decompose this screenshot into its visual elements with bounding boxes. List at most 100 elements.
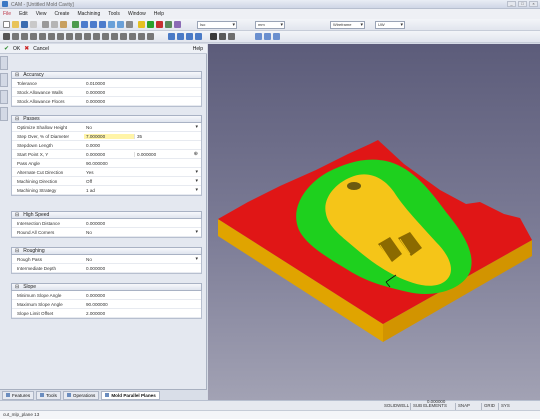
status-snap[interactable]: SNAP (455, 403, 470, 410)
print-icon[interactable] (30, 21, 37, 28)
top-view-icon[interactable] (168, 33, 175, 40)
minimize-button[interactable]: _ (507, 1, 516, 7)
undo-icon[interactable] (72, 21, 79, 28)
chevron-down-icon[interactable]: ▾ (195, 169, 198, 175)
min-slope-field[interactable]: 0.000000 (84, 293, 201, 298)
shaded-icon[interactable] (228, 33, 235, 40)
status-elements[interactable]: SUB ELEMENTS (410, 403, 447, 410)
spline-icon[interactable] (48, 33, 55, 40)
light-icon[interactable] (138, 21, 145, 28)
close-button[interactable]: × (529, 1, 538, 7)
tab-tools[interactable]: Tools (36, 390, 61, 400)
menu-machining[interactable]: Machining (77, 11, 100, 17)
chevron-down-icon[interactable]: ▾ (195, 229, 198, 235)
round-corners-select[interactable]: No (84, 230, 201, 235)
open-folder-icon[interactable] (12, 21, 19, 28)
save-icon[interactable] (21, 21, 28, 28)
tolerance-field[interactable]: 0.010000 (84, 81, 201, 86)
status-solid[interactable]: SOLIDWELL (384, 403, 409, 410)
menu-file[interactable]: File (3, 11, 11, 17)
slope-limit-field[interactable]: 2.000000 (84, 311, 201, 316)
point-icon[interactable] (57, 33, 64, 40)
fit-icon[interactable] (126, 21, 133, 28)
status-grid[interactable]: GRID (481, 403, 495, 410)
help-button[interactable]: Help (193, 46, 203, 52)
cut-icon[interactable] (42, 21, 49, 28)
stock-floors-field[interactable]: 0.000000 (84, 99, 201, 104)
slope-group-header[interactable]: ⊟ Slope (11, 283, 202, 291)
mirror-icon[interactable] (93, 33, 100, 40)
simulate-icon[interactable] (174, 21, 181, 28)
side-tab-2[interactable] (0, 73, 8, 87)
side-tab-1[interactable] (0, 56, 8, 70)
pick-point-icon[interactable]: ⊕ (194, 151, 198, 157)
stock-display-icon[interactable] (264, 33, 271, 40)
toolpath-icon[interactable] (165, 21, 172, 28)
ok-button[interactable]: OK (13, 46, 20, 52)
menu-view[interactable]: View (36, 11, 47, 17)
circle-icon[interactable] (30, 33, 37, 40)
zoom-window-icon[interactable] (99, 21, 106, 28)
new-file-icon[interactable] (3, 21, 10, 28)
select-icon[interactable] (3, 33, 10, 40)
cancel-button[interactable]: Cancel (33, 46, 49, 52)
command-line[interactable]: cut_mlp_plane 13 (0, 410, 540, 419)
menu-edit[interactable]: Edit (19, 11, 28, 17)
chevron-down-icon[interactable]: ▾ (195, 178, 198, 184)
intermediate-depth-field[interactable]: 0.000000 (84, 266, 201, 271)
offset-icon[interactable] (84, 33, 91, 40)
side-view-icon[interactable] (186, 33, 193, 40)
tab-mold-parallel-planes[interactable]: Mold Parallel Planes (101, 390, 160, 400)
intersection-distance-field[interactable]: 0.000000 (84, 221, 201, 226)
side-tab-3[interactable] (0, 90, 8, 104)
extend-icon[interactable] (75, 33, 82, 40)
paste-icon[interactable] (60, 21, 67, 28)
iso-view-icon[interactable] (195, 33, 202, 40)
alternate-cut-select[interactable]: Yes (84, 170, 201, 175)
menu-tools[interactable]: Tools (108, 11, 120, 17)
view-combo[interactable]: Iso (197, 21, 237, 29)
toolpath-display-icon[interactable] (255, 33, 262, 40)
grid-icon[interactable] (138, 33, 145, 40)
zoom-icon[interactable] (90, 21, 97, 28)
menu-help[interactable]: Help (154, 11, 164, 17)
step-over-field[interactable]: 7.000000 (84, 133, 134, 139)
menu-create[interactable]: Create (54, 11, 69, 17)
layers-icon[interactable] (129, 33, 136, 40)
max-slope-field[interactable]: 90.000000 (84, 302, 201, 307)
stepdown-field[interactable]: 0.0000 (84, 143, 201, 148)
rectangle-icon[interactable] (39, 33, 46, 40)
measure-icon[interactable] (120, 33, 127, 40)
arc-icon[interactable] (21, 33, 28, 40)
roughing-group-header[interactable]: ⊟ Roughing (11, 247, 202, 255)
ok-check-icon[interactable]: ✔ (4, 45, 9, 52)
hidden-line-icon[interactable] (219, 33, 226, 40)
tab-features[interactable]: Features (2, 390, 35, 400)
optimize-shallow-select[interactable]: No (84, 125, 201, 130)
chevron-down-icon[interactable]: ▾ (195, 124, 198, 130)
start-x-field[interactable]: 0.000000 (84, 152, 134, 157)
machining-strategy-select[interactable]: 1 ad (84, 188, 201, 193)
stock-walls-field[interactable]: 0.000000 (84, 90, 201, 95)
graphics-viewport[interactable] (208, 44, 540, 400)
shade-icon[interactable] (147, 21, 154, 28)
stop-icon[interactable] (156, 21, 163, 28)
cancel-x-icon[interactable]: ✖ (24, 45, 29, 52)
accuracy-group-header[interactable]: ⊟ Accuracy (11, 71, 202, 79)
rotate-icon[interactable] (117, 21, 124, 28)
status-sys[interactable]: SYS (498, 403, 510, 410)
tool-display-icon[interactable] (273, 33, 280, 40)
redo-icon[interactable] (81, 21, 88, 28)
pan-icon[interactable] (108, 21, 115, 28)
rough-pass-select[interactable]: No (84, 257, 201, 262)
dimension-icon[interactable] (111, 33, 118, 40)
pass-angle-field[interactable]: 90.000000 (84, 161, 201, 166)
front-view-icon[interactable] (177, 33, 184, 40)
copy-icon[interactable] (51, 21, 58, 28)
tab-operations[interactable]: Operations (62, 390, 100, 400)
chevron-down-icon[interactable]: ▾ (195, 187, 198, 193)
machining-direction-select[interactable]: Off (84, 179, 201, 184)
display-mode-combo[interactable]: Wireframe (330, 21, 365, 29)
high-speed-group-header[interactable]: ⊟ High Speed (11, 211, 202, 219)
side-tab-4[interactable] (0, 107, 8, 121)
